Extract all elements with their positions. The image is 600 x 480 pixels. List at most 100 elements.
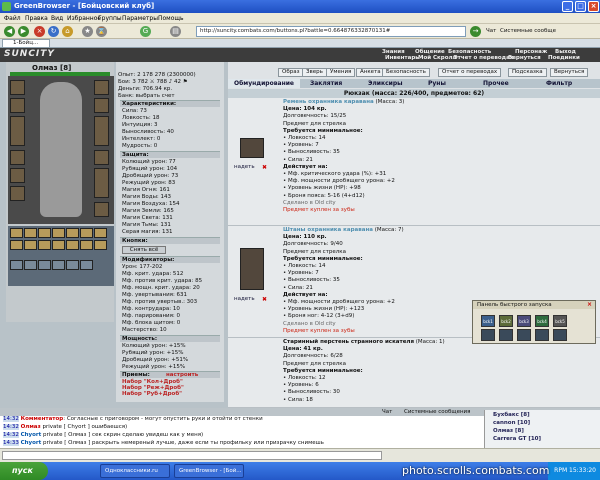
item-image-pants[interactable] <box>240 248 264 290</box>
scroll-slot[interactable] <box>66 228 79 238</box>
address-bar[interactable]: http://suncity.combats.com/buttons.pl?ba… <box>196 26 466 37</box>
chat-toolbar-label[interactable]: Чат <box>486 28 496 34</box>
slot-weapon[interactable] <box>10 116 25 146</box>
favorites-icon[interactable]: ★ <box>82 26 93 37</box>
tab-security[interactable]: Безопасность <box>382 68 430 77</box>
tab-other[interactable]: Прочее <box>483 80 509 87</box>
rune-slot[interactable] <box>10 260 23 270</box>
tab-skills[interactable]: Умения <box>326 68 356 77</box>
tab-pet[interactable]: Зверь <box>302 68 327 77</box>
groups-icon[interactable]: G <box>140 26 151 37</box>
online-user[interactable]: cannon [10] <box>493 420 530 426</box>
quick-button-empty[interactable] <box>517 329 531 341</box>
quick-button[interactable]: bck4 <box>535 315 549 327</box>
tab-transfers[interactable]: Отчет о переводах <box>438 68 502 77</box>
menu-edit[interactable]: Правка <box>25 15 48 22</box>
delete-icon[interactable]: ✖ <box>262 164 267 171</box>
tab-runes[interactable]: Руны <box>428 80 446 87</box>
scroll-slot[interactable] <box>94 240 107 250</box>
menu-options[interactable]: Параметры <box>122 15 158 22</box>
scroll-slot[interactable] <box>80 240 93 250</box>
sets-tune-link[interactable]: настроить <box>166 372 198 378</box>
quick-button[interactable]: bck2 <box>499 315 513 327</box>
tab-hint[interactable]: Подсказка <box>508 68 547 77</box>
scroll-slot[interactable] <box>38 240 51 250</box>
menu-help[interactable]: Помощь <box>158 15 184 22</box>
item-image-belt[interactable] <box>240 138 264 158</box>
delete-icon[interactable]: ✖ <box>262 296 267 303</box>
item-name[interactable]: Старинный перстень странного искателя <box>283 339 414 345</box>
scroll-slot[interactable] <box>24 228 37 238</box>
rune-slot[interactable] <box>66 260 79 270</box>
browser-tab-active[interactable]: 1-Бойц... <box>2 39 50 48</box>
buttons-header[interactable]: Кнопки: <box>120 237 220 244</box>
menu-view[interactable]: Вид <box>51 15 63 22</box>
home-icon[interactable]: ⌂ <box>62 26 73 37</box>
slot-bracer[interactable] <box>94 98 109 113</box>
refresh-icon[interactable]: ↻ <box>48 26 59 37</box>
menu-file[interactable]: Файл <box>4 15 21 22</box>
taskbar-item[interactable]: Одноклассники.ru <box>100 464 170 478</box>
tab-return[interactable]: Вернуться <box>550 68 589 77</box>
menu-groups[interactable]: Группы <box>98 15 122 22</box>
slot-armor[interactable] <box>10 150 25 165</box>
remove-all-button[interactable]: Снять всё <box>122 246 166 254</box>
chat-input[interactable] <box>2 451 382 460</box>
minimize-button[interactable]: _ <box>562 1 573 12</box>
quick-button[interactable]: bck5 <box>553 315 567 327</box>
online-user[interactable]: Carrera GT [10] <box>493 436 541 442</box>
slot-belt[interactable] <box>10 168 25 183</box>
rune-slot[interactable] <box>52 260 65 270</box>
quick-button-empty[interactable] <box>535 329 549 341</box>
history-icon[interactable]: ⌛ <box>96 26 107 37</box>
stop-icon[interactable]: × <box>34 26 45 37</box>
tab-elixirs[interactable]: Эликсиры <box>368 80 403 87</box>
quick-button[interactable]: bck3 <box>517 315 531 327</box>
set-item[interactable]: Набор "Руб+Дроб" <box>122 391 182 397</box>
scroll-slot[interactable] <box>10 240 23 250</box>
slot-ring[interactable] <box>94 150 109 165</box>
slot-boots[interactable] <box>94 202 109 217</box>
equip-link[interactable]: надеть <box>234 296 255 302</box>
forward-icon[interactable]: ▶ <box>18 26 29 37</box>
scroll-slot[interactable] <box>94 228 107 238</box>
online-user[interactable]: Олмаз [8] <box>493 428 524 434</box>
scroll-slot[interactable] <box>80 228 93 238</box>
maximize-button[interactable]: □ <box>575 1 586 12</box>
tab-system-messages[interactable]: Системные сообщения <box>404 409 470 415</box>
rune-slot[interactable] <box>24 260 37 270</box>
tab-chat[interactable]: Чат <box>382 409 392 415</box>
scroll-slot[interactable] <box>24 240 37 250</box>
taskbar-item[interactable]: GreenBrowser - [Бой... <box>174 464 244 478</box>
scroll-slot[interactable] <box>66 240 79 250</box>
equip-link[interactable]: надеть <box>234 164 255 170</box>
back-icon[interactable]: ◀ <box>4 26 15 37</box>
tab-spells[interactable]: Заклятия <box>310 80 342 87</box>
slot-helmet[interactable] <box>10 80 25 95</box>
quick-button-empty[interactable] <box>553 329 567 341</box>
slot-earrings[interactable] <box>94 80 109 95</box>
quick-button-empty[interactable] <box>499 329 513 341</box>
menu-favorites[interactable]: Избранное <box>67 15 101 22</box>
rune-slot[interactable] <box>38 260 51 270</box>
close-panel-icon[interactable]: × <box>587 301 592 308</box>
slot-amulet[interactable] <box>10 98 25 113</box>
tab-filter[interactable]: Фильтр <box>546 80 572 87</box>
power-header[interactable]: Мощность: <box>120 335 220 342</box>
defense-header[interactable]: Защита: <box>120 151 220 158</box>
scroll-slot[interactable] <box>10 228 23 238</box>
system-toolbar-label[interactable]: Системные сообще <box>500 28 556 34</box>
sets-header[interactable]: Приемы: настроить <box>120 371 220 378</box>
bank-link[interactable]: Банк: выбрать счет <box>118 93 175 99</box>
slot-gloves[interactable] <box>10 186 25 201</box>
slot-shield[interactable] <box>94 116 109 146</box>
tab-profile[interactable]: Анкета <box>356 68 385 77</box>
scroll-slot[interactable] <box>52 240 65 250</box>
scroll-slot[interactable] <box>52 228 65 238</box>
close-button[interactable]: × <box>588 1 599 12</box>
rune-slot[interactable] <box>80 260 93 270</box>
item-name[interactable]: Штаны охранника каравана <box>283 227 373 233</box>
quick-button-empty[interactable] <box>481 329 495 341</box>
link-battles[interactable]: Поединки <box>548 55 580 61</box>
online-user[interactable]: Бухбакс [8] <box>493 412 530 418</box>
